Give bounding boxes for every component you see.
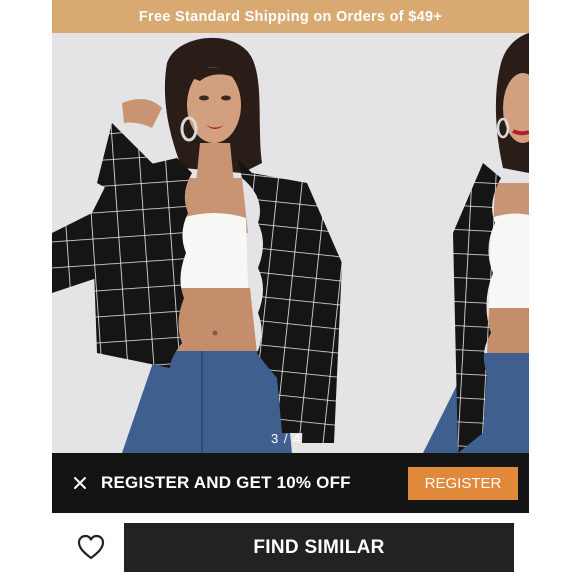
product-image-current[interactable]: 3 / 4	[52, 33, 379, 453]
register-button[interactable]: REGISTER	[408, 467, 518, 500]
product-detail-screen: Free Standard Shipping on Orders of $49+	[52, 0, 529, 580]
model-photo-2	[383, 33, 529, 453]
close-icon[interactable]	[70, 473, 90, 493]
product-image-gallery[interactable]: 3 / 4	[52, 33, 529, 453]
register-promo-text: REGISTER AND GET 10% OFF	[101, 473, 351, 492]
bottom-action-bar: FIND SIMILAR	[52, 513, 529, 580]
register-promo-bar: REGISTER AND GET 10% OFF REGISTER	[52, 453, 529, 513]
image-page-indicator: 3 / 4	[271, 431, 302, 446]
heart-outline-icon[interactable]	[76, 533, 106, 561]
find-similar-button[interactable]: FIND SIMILAR	[124, 523, 514, 572]
promo-banner[interactable]: Free Standard Shipping on Orders of $49+	[52, 0, 529, 33]
promo-text: Free Standard Shipping on Orders of $49+	[138, 8, 443, 25]
model-photo	[52, 33, 379, 453]
product-image-next[interactable]	[383, 33, 529, 453]
